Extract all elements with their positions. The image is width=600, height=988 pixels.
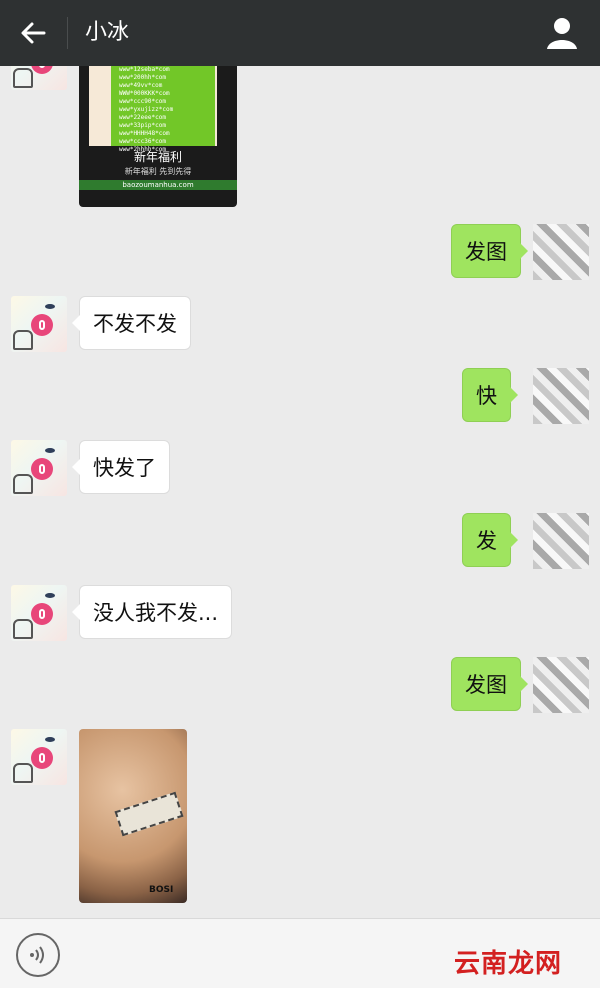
message-text: 不发不发: [93, 312, 177, 336]
input-bar: 云南龙网: [0, 918, 600, 988]
image-text-line: www*yxujizz*com: [119, 106, 174, 113]
message-text: 发图: [465, 240, 507, 264]
contact-avatar[interactable]: [11, 585, 67, 641]
message-text: 发: [476, 529, 497, 553]
received-message[interactable]: 没人我不发...: [71, 585, 233, 639]
sent-message[interactable]: 发图: [451, 224, 528, 278]
header: 小冰: [0, 0, 600, 66]
contact-avatar[interactable]: [11, 66, 67, 90]
person-icon[interactable]: [543, 15, 581, 51]
image-text-line: WWW*000KKK*com: [119, 90, 170, 97]
image-text-line: www*22eee*com: [119, 114, 166, 121]
sent-message[interactable]: 快: [462, 368, 518, 422]
sent-message[interactable]: 发: [462, 513, 518, 567]
image-caption: 新年福利: [133, 150, 182, 164]
message-list: www*rb444*comwww*2bbuu*comwww*12seba*com…: [0, 66, 600, 918]
received-image-message[interactable]: www*rb444*comwww*2bbuu*comwww*12seba*com…: [79, 66, 237, 207]
received-message[interactable]: 快发了: [72, 440, 170, 494]
image-text-line: www*49vv*com: [119, 82, 163, 89]
received-photo-message[interactable]: BOSI: [79, 729, 187, 903]
user-avatar[interactable]: [533, 657, 589, 713]
contact-avatar[interactable]: [11, 440, 67, 496]
image-text-line: www*33pip*com: [119, 122, 166, 129]
watermark: 云南龙网: [453, 949, 562, 979]
user-avatar[interactable]: [533, 513, 589, 569]
photo-signature: BOSI: [149, 885, 174, 895]
image-text-line: www*ccc90*com: [119, 98, 166, 105]
back-arrow-icon[interactable]: [14, 15, 54, 51]
image-text-line: www*HHHH48*com: [119, 130, 170, 137]
image-text-line: www*200hh*com: [119, 74, 166, 81]
header-divider: [67, 17, 68, 49]
sent-message[interactable]: 发图: [451, 657, 528, 711]
image-footer: baozoumanhua.com: [79, 180, 237, 190]
message-text: 没人我不发...: [93, 601, 219, 625]
contact-avatar[interactable]: [11, 729, 67, 785]
contact-avatar[interactable]: [11, 296, 67, 352]
received-message[interactable]: 不发不发: [72, 296, 191, 350]
image-text-line: www*ccc36*com: [119, 138, 166, 145]
message-text: 快: [476, 384, 497, 408]
image-text-line: www*12seba*com: [119, 66, 170, 73]
user-avatar[interactable]: [533, 368, 589, 424]
image-subcaption: 新年福利 先到先得: [124, 167, 192, 176]
message-text: 发图: [465, 673, 507, 697]
image-text-lines: www*rb444*comwww*2bbuu*comwww*12seba*com…: [119, 66, 173, 154]
message-text: 快发了: [93, 456, 156, 480]
user-avatar[interactable]: [533, 224, 589, 280]
chat-title: 小冰: [85, 20, 130, 45]
voice-icon[interactable]: [16, 933, 60, 977]
